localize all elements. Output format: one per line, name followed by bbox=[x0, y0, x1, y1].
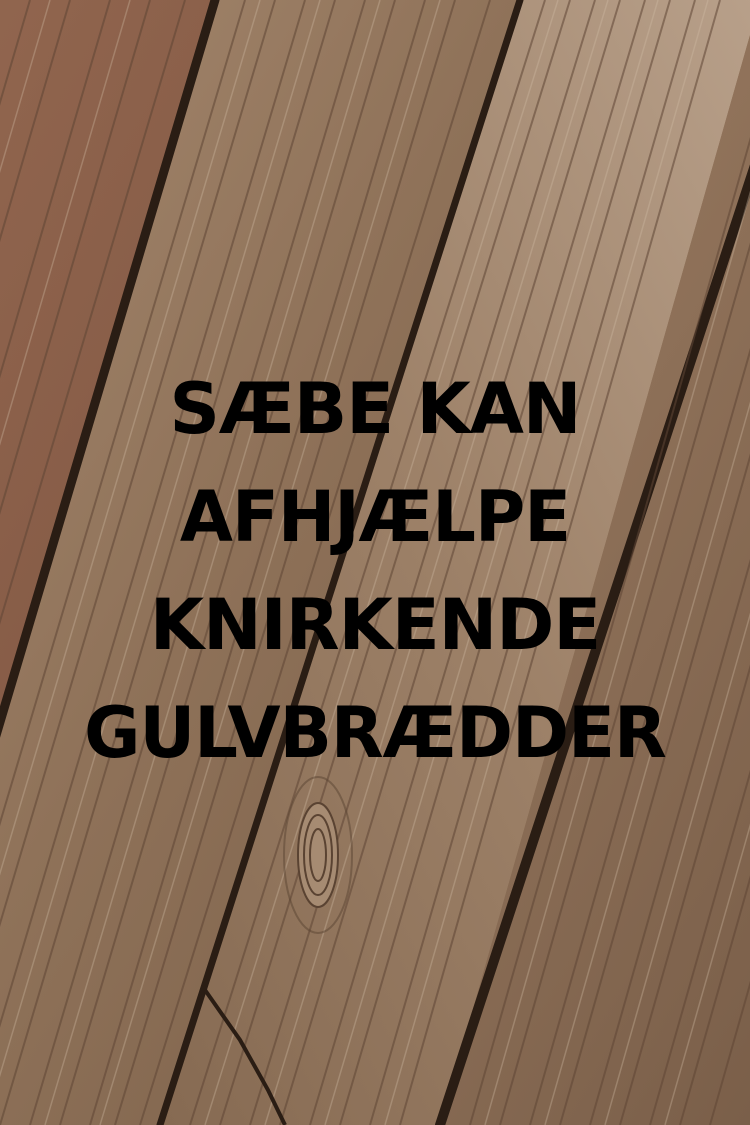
headline-line-1: SÆBE KAN bbox=[169, 368, 582, 450]
headline: SÆBE KAN AFHJÆLPE KNIRKENDE GULVBRÆDDER bbox=[0, 355, 750, 787]
poster: SÆBE KAN AFHJÆLPE KNIRKENDE GULVBRÆDDER bbox=[0, 0, 750, 1125]
headline-line-3: KNIRKENDE bbox=[149, 584, 601, 666]
headline-line-4: GULVBRÆDDER bbox=[84, 692, 667, 774]
headline-line-2: AFHJÆLPE bbox=[179, 476, 571, 558]
